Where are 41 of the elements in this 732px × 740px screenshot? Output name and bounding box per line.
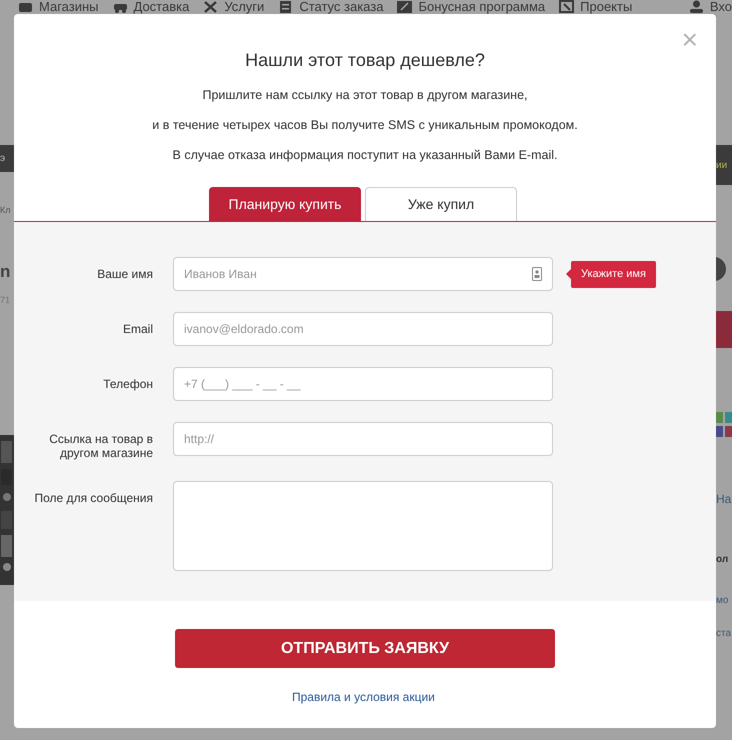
user-icon bbox=[688, 0, 704, 13]
description-text: В случае отказа информация поступит на указанный Вами E-mail. bbox=[172, 147, 558, 164]
social-icons-drawing[interactable] bbox=[716, 410, 732, 440]
tab[interactable]: Планирую купить bbox=[209, 187, 361, 221]
modal-title: Нашли этот товар дешевле? bbox=[244, 49, 486, 72]
input-field[interactable]: Иванов Иван bbox=[173, 257, 553, 291]
field-label: Телефон bbox=[102, 376, 153, 391]
nav-link[interactable]: Вхо bbox=[710, 0, 732, 14]
contact-card-icon[interactable] bbox=[532, 267, 542, 281]
list-icon bbox=[278, 0, 294, 13]
submit-button[interactable]: ОТПРАВИТЬ ЗАЯВКУ bbox=[175, 629, 555, 668]
field-label: Ваше имя bbox=[96, 266, 153, 281]
tools-icon bbox=[203, 0, 218, 13]
description-text: Пришлите нам ссылку на этот товар в другом магазине, bbox=[201, 87, 529, 104]
input-field[interactable]: ivanov@eldorado.com bbox=[173, 312, 553, 346]
breadcrumb-text: Кл bbox=[0, 204, 12, 217]
nav-link[interactable]: Статус заказа bbox=[299, 0, 384, 14]
link-text[interactable]: мо bbox=[716, 593, 732, 608]
round-icon bbox=[716, 257, 726, 281]
field-label: Email bbox=[122, 321, 153, 336]
terms-link[interactable]: Правила и условия акции bbox=[292, 688, 435, 706]
field-label: Ссылка на товар в другом магазине bbox=[48, 431, 153, 460]
input-field[interactable]: http:// bbox=[173, 422, 553, 456]
error-tooltip: Укажите имя bbox=[571, 261, 656, 288]
nav-link[interactable]: Услуги bbox=[224, 0, 264, 14]
link-text[interactable]: ста bbox=[716, 626, 732, 641]
input-field[interactable]: +7 (___) ___ - __ - __ bbox=[173, 367, 553, 401]
nav-link[interactable]: Магазины bbox=[39, 0, 98, 14]
nav-link[interactable]: Проекты bbox=[580, 0, 632, 14]
tab[interactable]: Уже купил bbox=[365, 187, 517, 221]
board-icon bbox=[559, 0, 574, 13]
link-text[interactable]: На bbox=[716, 490, 732, 508]
description-text: и в течение четырех часов Вы получите SMS с уникальным промокодом. bbox=[151, 117, 579, 134]
section-heading: ол bbox=[716, 553, 730, 567]
field-label: Поле для сообщения bbox=[34, 490, 153, 505]
banner-text: ии bbox=[716, 158, 728, 172]
nav-link[interactable]: Бонусная программа bbox=[418, 0, 546, 14]
product-title: n bbox=[0, 262, 12, 282]
message-field[interactable] bbox=[173, 481, 553, 571]
banner-text: э bbox=[0, 152, 6, 166]
nav-link[interactable]: Доставка bbox=[134, 0, 190, 14]
